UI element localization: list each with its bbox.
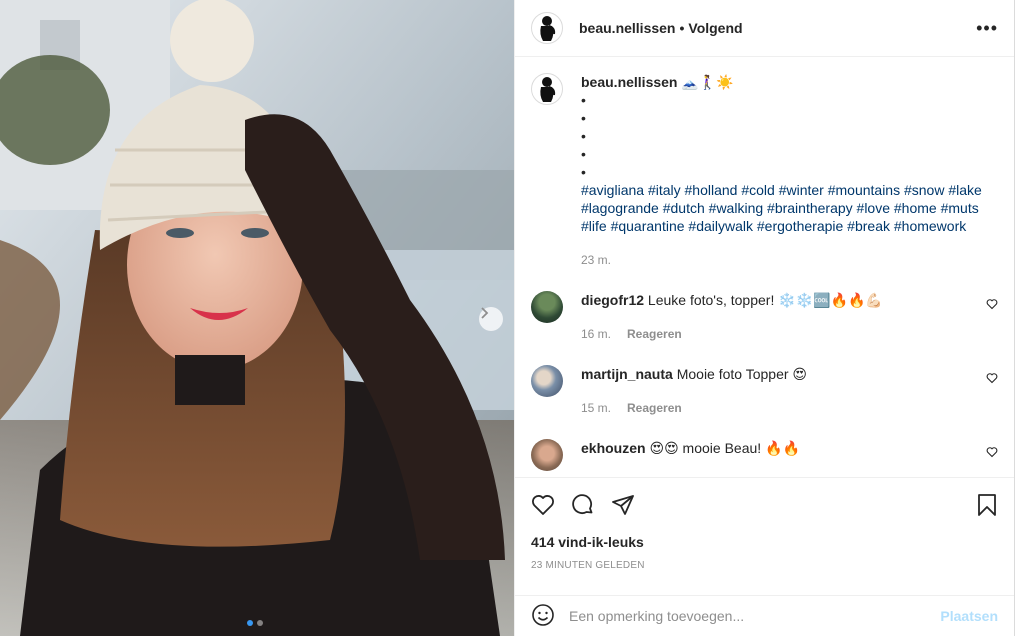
smiley-icon[interactable] [531,603,555,630]
action-bar [531,478,998,532]
caption-hashtags[interactable]: #avigliana #italy #holland #cold #winter… [581,182,982,234]
commenter-avatar[interactable] [531,365,563,397]
like-comment-heart-icon[interactable] [986,371,998,387]
comment-meta: 15 m. Reageren [581,399,998,417]
next-photo-button[interactable] [479,307,503,331]
commenter-avatar[interactable] [531,439,563,471]
caption: beau.nellissen 🗻🚶‍♀️☀️ • • • • • #avigli… [531,73,998,269]
caption-author-avatar[interactable] [531,73,563,105]
silhouette-avatar-icon [540,16,556,41]
caption-bullet: • [581,110,586,126]
selfie-photo-illustration [0,0,514,636]
commenter-avatar[interactable] [531,291,563,323]
heart-icon[interactable] [531,493,555,517]
separator-dot: • [679,20,685,36]
comment-item: martijn_nauta Mooie foto Topper 😍 15 m. … [531,365,998,417]
reply-button[interactable]: Reageren [627,325,682,343]
reply-button[interactable]: Reageren [627,399,682,417]
carousel-dot [257,620,263,626]
post-actions: 414 vind-ik-leuks 23 MINUTEN GELEDEN [515,477,1014,571]
post-photo[interactable] [0,0,514,636]
caption-bullet: • [581,128,586,144]
comment-body: diegofr12 Leuke foto's, topper! ❄️❄️🆒🔥🔥💪… [581,291,998,343]
paper-plane-icon[interactable] [611,493,635,517]
caption-bullet: • [581,164,586,180]
comment-body: ekhouzen 😍😍 mooie Beau! 🔥🔥 [581,439,998,471]
like-comment-heart-icon[interactable] [986,297,998,313]
author-username[interactable]: beau.nellissen [579,20,675,36]
comment-username[interactable]: diegofr12 [581,292,644,308]
comment-username[interactable]: martijn_nauta [581,366,673,382]
comment-meta: 16 m. Reageren [581,325,998,343]
author-avatar[interactable] [531,12,563,44]
comment-item: ekhouzen 😍😍 mooie Beau! 🔥🔥 [531,439,998,471]
post-header: beau.nellissen • Volgend ••• [515,0,1014,57]
comment-item: diegofr12 Leuke foto's, topper! ❄️❄️🆒🔥🔥💪… [531,291,998,343]
post-details-panel: beau.nellissen • Volgend ••• beau.nellis… [514,0,1015,636]
comment-time[interactable]: 15 m. [581,399,611,417]
like-comment-heart-icon[interactable] [986,445,998,461]
comment-text: Mooie foto Topper 😍 [676,366,808,382]
comment-username[interactable]: ekhouzen [581,440,646,456]
comment-input[interactable] [569,608,941,624]
more-options-icon[interactable]: ••• [976,19,998,37]
carousel-dot-active [247,620,253,626]
bookmark-icon[interactable] [976,493,998,517]
caption-bullet: • [581,146,586,162]
carousel-indicator [247,620,263,626]
like-count[interactable]: 414 vind-ik-leuks [531,534,998,550]
caption-emoji: 🗻🚶‍♀️☀️ [681,74,734,90]
comment-body: martijn_nauta Mooie foto Topper 😍 15 m. … [581,365,998,417]
caption-username[interactable]: beau.nellissen [581,74,677,90]
comment-time[interactable]: 16 m. [581,325,611,343]
add-comment-bar: Plaatsen [515,595,1014,636]
chevron-right-icon [481,307,489,319]
comment-text: 😍😍 mooie Beau! 🔥🔥 [649,440,800,456]
caption-body: beau.nellissen 🗻🚶‍♀️☀️ • • • • • #avigli… [581,73,998,269]
post-timestamp[interactable]: 23 MINUTEN GELEDEN [531,560,998,571]
comment-text: Leuke foto's, topper! ❄️❄️🆒🔥🔥💪🏻 [647,292,883,308]
comment-icon[interactable] [571,493,595,517]
caption-meta: 23 m. [581,251,998,269]
follow-status-button[interactable]: Volgend [688,20,742,36]
post-comment-button[interactable]: Plaatsen [940,608,998,624]
caption-bullet: • [581,92,586,108]
silhouette-avatar-icon [540,77,556,102]
comments-section[interactable]: beau.nellissen 🗻🚶‍♀️☀️ • • • • • #avigli… [515,57,1014,477]
caption-time[interactable]: 23 m. [581,251,611,269]
